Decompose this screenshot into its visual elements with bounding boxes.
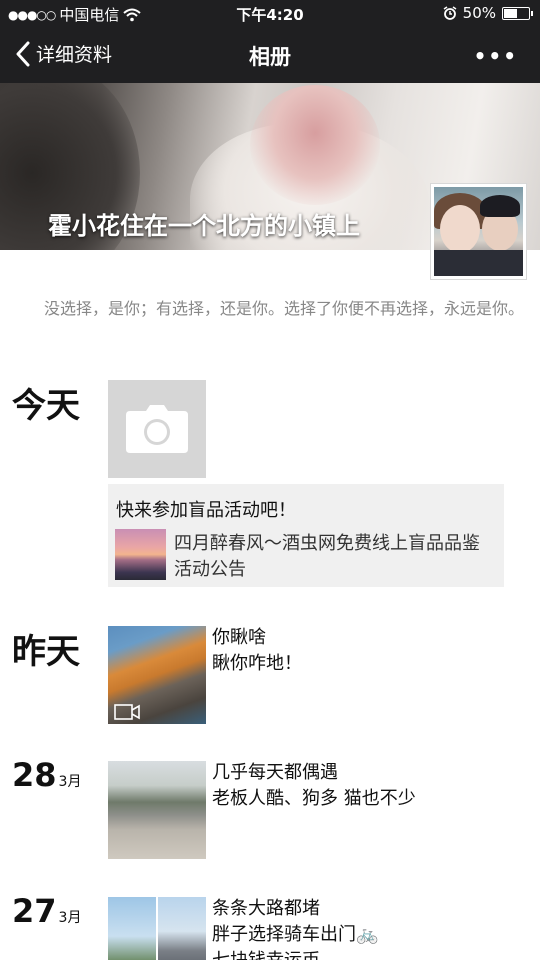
status-bar: ●●●○○ 中国电信 下午4:20 50% [0,0,540,28]
post-line: 老板人酷、狗多 猫也不少 [212,788,416,809]
nav-bar: 详细资料 相册 ••• [0,28,540,83]
avatar-face-left [440,205,480,253]
page-title: 相册 [249,45,291,69]
camera-icon [126,405,188,453]
post-line: 几乎每天都偶遇 [212,762,338,783]
post-line: 条条大路都堵 [212,898,320,919]
day-number: 28 [12,756,57,794]
day-label-yesterday: 昨天 [12,632,80,672]
shared-link-card[interactable]: 快来参加盲品活动吧！ 四月醉春风～酒虫网免费线上盲品品鉴活动公告 [108,484,504,587]
post-text-27[interactable]: 条条大路都堵 胖子选择骑车出门🚲 七块钱幸运币 [212,896,532,960]
battery-fill [504,8,517,18]
battery-icon [502,6,533,20]
promo-link-text: 四月醉春风～酒虫网免费线上盲品品鉴活动公告 [174,533,480,580]
post-line: 你瞅啥 [212,627,266,648]
post-photo-cats[interactable] [108,626,206,724]
day-label-28: 28 3月 [12,756,81,794]
day-label-today: 今天 [12,386,80,426]
avatar[interactable] [430,183,527,280]
post-line: 瞅你咋地！ [212,653,302,674]
alarm-icon [443,6,457,20]
month-label: 3月 [58,774,82,790]
new-post-camera-button[interactable] [108,380,206,478]
more-button[interactable]: ••• [474,44,518,68]
avatar-hair-right [480,195,520,217]
promo-title: 快来参加盲品活动吧！ [116,500,296,521]
day-label-27: 27 3月 [12,892,81,930]
avatar-body [434,250,523,276]
post-text-yesterday[interactable]: 你瞅啥 瞅你咋地！ [212,625,532,677]
day-number: 27 [12,892,57,930]
status-right: 50% [443,4,533,22]
post-photo-street[interactable] [108,761,206,859]
month-label: 3月 [58,910,82,926]
cover-text: 霍小花住在一个北方的小镇上 [48,212,360,240]
post-photo-grid[interactable] [108,897,206,960]
post-photo-right[interactable] [158,897,206,960]
cover-lips [250,85,380,205]
battery-percent: 50% [462,4,496,22]
signature-text: 没选择，是你；有选择，还是你。选择了你便不再选择，永远是你。 [43,299,524,318]
avatar-photo [434,187,523,276]
post-line: 胖子选择骑车出门🚲 [212,924,379,945]
post-photo-left[interactable] [108,897,156,960]
post-line: 七块钱幸运币 [212,948,532,960]
video-icon [114,704,140,720]
post-text-28[interactable]: 几乎每天都偶遇 老板人酷、狗多 猫也不少 [212,760,532,812]
promo-thumbnail [115,529,166,580]
